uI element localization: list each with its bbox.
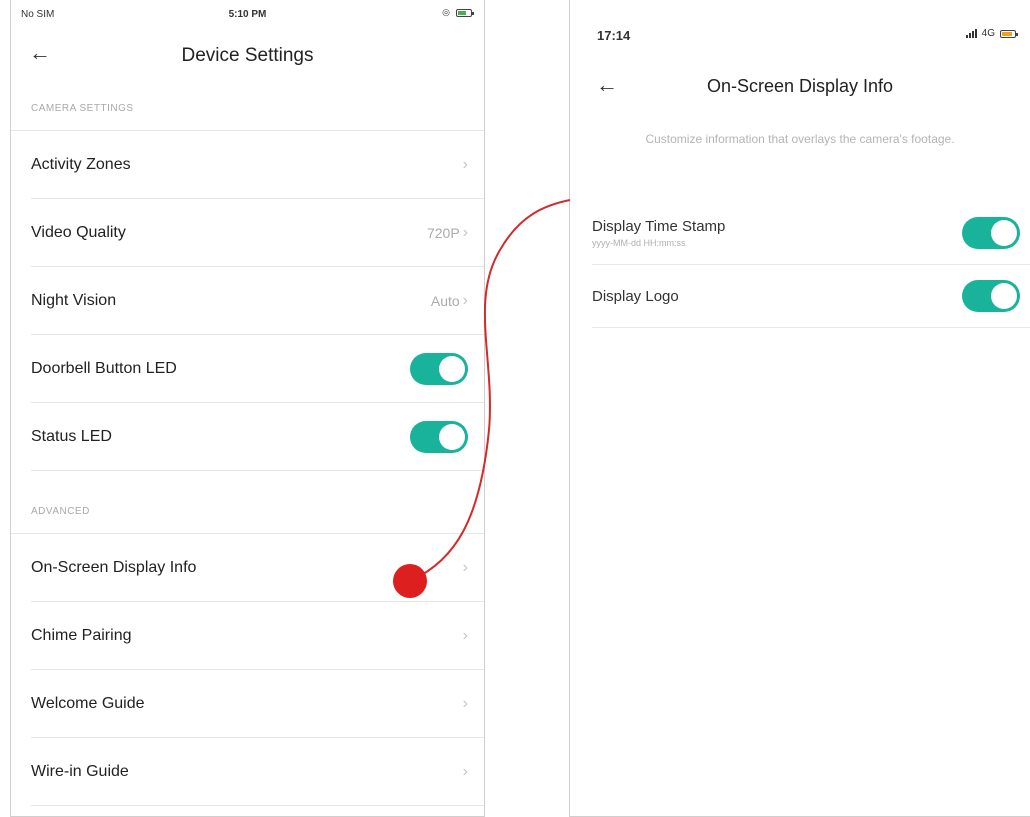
osd-row-label: Display Time Stamp (592, 218, 726, 235)
status-bar: No SIM 5:10 PM ◎ (11, 0, 484, 30)
settings-row-label: Video Quality (31, 223, 126, 241)
settings-row-value: 720P › (427, 224, 468, 242)
device-settings-screen: No SIM 5:10 PM ◎ ← Device Settings CAMER… (10, 0, 485, 817)
battery-icon (456, 8, 474, 17)
page-description: Customize information that overlays the … (645, 132, 955, 146)
advanced-row[interactable]: Welcome Guide › (31, 670, 484, 738)
osd-row-sublabel: yyyy-MM-dd HH:mm:ss (592, 238, 686, 248)
network-label: 4G (981, 28, 995, 39)
settings-row-value: › (460, 156, 468, 174)
page-title: On-Screen Display Info (706, 76, 894, 96)
osd-row[interactable]: Display Logo (592, 265, 1030, 328)
clock: 17:14 (597, 28, 631, 43)
settings-value: Auto (430, 292, 460, 309)
osd-toggle[interactable] (962, 217, 1020, 249)
advanced-row-label: Wire-in Guide (31, 762, 129, 780)
settings-row-label: Night Vision (31, 291, 117, 309)
settings-row-value: Auto › (431, 292, 468, 310)
settings-row-label: Activity Zones (31, 155, 131, 173)
status-bar: 17:14 4G (570, 0, 1030, 43)
settings-toggle[interactable] (410, 420, 468, 453)
status-icons: 4G (965, 28, 1018, 39)
chevron-right-icon: › (462, 291, 468, 309)
lock-icon: ◎ (442, 7, 450, 17)
toggle-knob (991, 283, 1017, 309)
osd-row-text: Display Time Stamp yyyy-MM-dd HH:mm:ss (592, 218, 725, 248)
settings-row-label: Doorbell Button LED (31, 359, 177, 377)
settings-row[interactable]: Doorbell Button LED (31, 335, 484, 403)
section-header-advanced: ADVANCED (11, 491, 484, 534)
battery-icon (1000, 29, 1018, 38)
advanced-row-label: Welcome Guide (31, 694, 145, 712)
nav-bar: ← On-Screen Display Info (570, 60, 1030, 130)
toggle-knob (991, 220, 1017, 246)
settings-toggle[interactable] (410, 352, 468, 385)
clock: 5:10 PM (228, 9, 267, 20)
settings-value: 720P (426, 224, 460, 241)
advanced-row[interactable]: Chime Pairing › (31, 602, 484, 670)
chevron-right-icon: › (462, 223, 468, 241)
chevron-right-icon: › (462, 155, 468, 173)
status-icons: ◎ (442, 7, 474, 18)
osd-toggle[interactable] (962, 280, 1020, 312)
page-title: Device Settings (181, 45, 314, 66)
settings-row[interactable]: Night Vision Auto › (31, 267, 484, 335)
settings-row[interactable]: Activity Zones › (31, 131, 484, 199)
chevron-right-icon: › (462, 762, 468, 780)
chevron-right-icon: › (462, 694, 468, 712)
camera-settings-list: Activity Zones › Video Quality 720P › Night V… (11, 131, 484, 471)
osd-info-screen: 17:14 4G ← On-Screen Display Info Custom… (569, 0, 1030, 817)
toggle-knob (439, 355, 465, 382)
signal-icon (965, 29, 977, 38)
chevron-right-icon: › (462, 626, 468, 644)
nav-bar: ← Device Settings (11, 30, 484, 88)
advanced-row[interactable]: On-Screen Display Info › (31, 534, 484, 602)
advanced-row-label: Chime Pairing (31, 626, 132, 644)
osd-row-text: Display Logo (592, 288, 679, 305)
advanced-list: On-Screen Display Info › Chime Pairing › Wel… (11, 534, 484, 806)
chevron-right-icon: › (462, 558, 468, 576)
settings-row[interactable]: Video Quality 720P › (31, 199, 484, 267)
settings-row-label: Status LED (31, 427, 112, 445)
advanced-row[interactable]: Wire-in Guide › (31, 738, 484, 806)
osd-row-label: Display Logo (592, 287, 679, 305)
osd-list: Display Time Stamp yyyy-MM-dd HH:mm:ss Dis… (570, 202, 1030, 328)
toggle-knob (439, 423, 465, 450)
section-header-camera: CAMERA SETTINGS (11, 88, 484, 131)
osd-row[interactable]: Display Time Stamp yyyy-MM-dd HH:mm:ss (592, 202, 1030, 265)
settings-row[interactable]: Status LED (31, 403, 484, 471)
advanced-row-label: On-Screen Display Info (31, 558, 197, 576)
